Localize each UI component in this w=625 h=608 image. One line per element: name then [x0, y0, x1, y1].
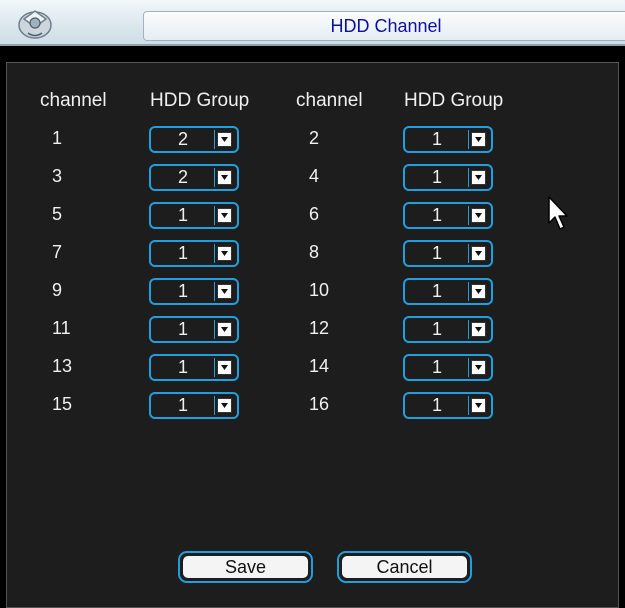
- chevron-down-icon[interactable]: [217, 284, 232, 299]
- hdd-channel-window: HDD Channel channel HDD Group channel HD…: [0, 0, 625, 608]
- hdd-group-value: 2: [177, 167, 188, 187]
- chevron-down-icon[interactable]: [471, 322, 486, 337]
- select-divider: [214, 282, 215, 301]
- hdd-group-select[interactable]: 1: [403, 316, 493, 343]
- header-hdd-group-right: HDD Group: [404, 90, 504, 111]
- hdd-group-select[interactable]: 1: [149, 316, 239, 343]
- select-divider: [468, 168, 469, 187]
- app-logo-icon: [18, 10, 52, 39]
- select-divider: [214, 130, 215, 149]
- channel-number: 3: [52, 166, 63, 186]
- chevron-down-icon[interactable]: [471, 170, 486, 185]
- chevron-down-icon[interactable]: [217, 208, 232, 223]
- header-channel-left: channel: [40, 90, 107, 111]
- cancel-button[interactable]: Cancel: [337, 551, 472, 583]
- hdd-group-value: 1: [177, 395, 188, 415]
- hdd-group-select[interactable]: 1: [149, 354, 239, 381]
- channel-number: 4: [309, 166, 320, 186]
- chevron-down-icon[interactable]: [471, 284, 486, 299]
- channel-number: 2: [309, 128, 320, 148]
- select-divider: [468, 244, 469, 263]
- hdd-group-select[interactable]: 2: [149, 164, 239, 191]
- channel-number: 11: [52, 318, 71, 338]
- hdd-group-value: 1: [177, 243, 188, 263]
- select-divider: [214, 206, 215, 225]
- hdd-group-value: 1: [431, 243, 442, 263]
- select-divider: [214, 168, 215, 187]
- channel-number: 1: [52, 128, 63, 148]
- header-hdd-group-left: HDD Group: [150, 90, 250, 111]
- hdd-group-value: 1: [177, 205, 188, 225]
- chevron-down-icon[interactable]: [471, 398, 486, 413]
- select-divider: [468, 358, 469, 377]
- hdd-group-value: 1: [431, 319, 442, 339]
- chevron-down-icon[interactable]: [471, 208, 486, 223]
- title-bar: HDD Channel: [0, 0, 625, 46]
- select-divider: [468, 396, 469, 415]
- chevron-down-icon[interactable]: [471, 360, 486, 375]
- select-divider: [214, 396, 215, 415]
- select-divider: [214, 244, 215, 263]
- hdd-group-value: 1: [431, 167, 442, 187]
- channel-number: 14: [309, 356, 330, 376]
- hdd-group-value: 1: [431, 281, 442, 301]
- channel-number: 8: [309, 242, 320, 262]
- chevron-down-icon[interactable]: [471, 246, 486, 261]
- hdd-group-select[interactable]: 1: [403, 126, 493, 153]
- chevron-down-icon[interactable]: [471, 132, 486, 147]
- select-divider: [468, 206, 469, 225]
- mouse-cursor-icon: [548, 196, 568, 230]
- hdd-group-select[interactable]: 1: [149, 240, 239, 267]
- channel-number: 7: [52, 242, 63, 262]
- select-divider: [214, 358, 215, 377]
- save-button-label: Save: [183, 556, 308, 578]
- chevron-down-icon[interactable]: [217, 398, 232, 413]
- hdd-group-value: 1: [431, 395, 442, 415]
- hdd-group-select[interactable]: 2: [149, 126, 239, 153]
- hdd-group-select[interactable]: 1: [403, 278, 493, 305]
- hdd-group-select[interactable]: 1: [403, 164, 493, 191]
- hdd-group-value: 2: [177, 129, 188, 149]
- save-button[interactable]: Save: [178, 551, 313, 583]
- chevron-down-icon[interactable]: [217, 322, 232, 337]
- channel-number: 6: [309, 204, 320, 224]
- hdd-group-select[interactable]: 1: [403, 240, 493, 267]
- select-divider: [214, 320, 215, 339]
- chevron-down-icon[interactable]: [217, 170, 232, 185]
- hdd-group-select[interactable]: 1: [149, 392, 239, 419]
- hdd-group-value: 1: [431, 205, 442, 225]
- hdd-group-select[interactable]: 1: [403, 202, 493, 229]
- hdd-group-select[interactable]: 1: [403, 354, 493, 381]
- hdd-group-value: 1: [177, 357, 188, 377]
- cancel-button-label: Cancel: [342, 556, 467, 578]
- hdd-group-value: 1: [177, 281, 188, 301]
- channel-number: 9: [52, 280, 63, 300]
- hdd-group-select[interactable]: 1: [149, 278, 239, 305]
- chevron-down-icon[interactable]: [217, 132, 232, 147]
- select-divider: [468, 130, 469, 149]
- window-title: HDD Channel: [330, 16, 442, 36]
- hdd-group-value: 1: [431, 357, 442, 377]
- select-divider: [468, 282, 469, 301]
- channel-number: 12: [309, 318, 330, 338]
- chevron-down-icon[interactable]: [217, 360, 232, 375]
- hdd-group-select[interactable]: 1: [403, 392, 493, 419]
- channel-number: 10: [309, 280, 330, 300]
- channel-number: 16: [309, 394, 330, 414]
- channel-number: 5: [52, 204, 63, 224]
- channel-number: 15: [52, 394, 73, 414]
- title-box: HDD Channel: [143, 11, 625, 41]
- hdd-group-select[interactable]: 1: [149, 202, 239, 229]
- hdd-group-value: 1: [431, 129, 442, 149]
- header-channel-right: channel: [296, 90, 363, 111]
- channel-number: 13: [52, 356, 73, 376]
- chevron-down-icon[interactable]: [217, 246, 232, 261]
- select-divider: [468, 320, 469, 339]
- hdd-group-value: 1: [177, 319, 188, 339]
